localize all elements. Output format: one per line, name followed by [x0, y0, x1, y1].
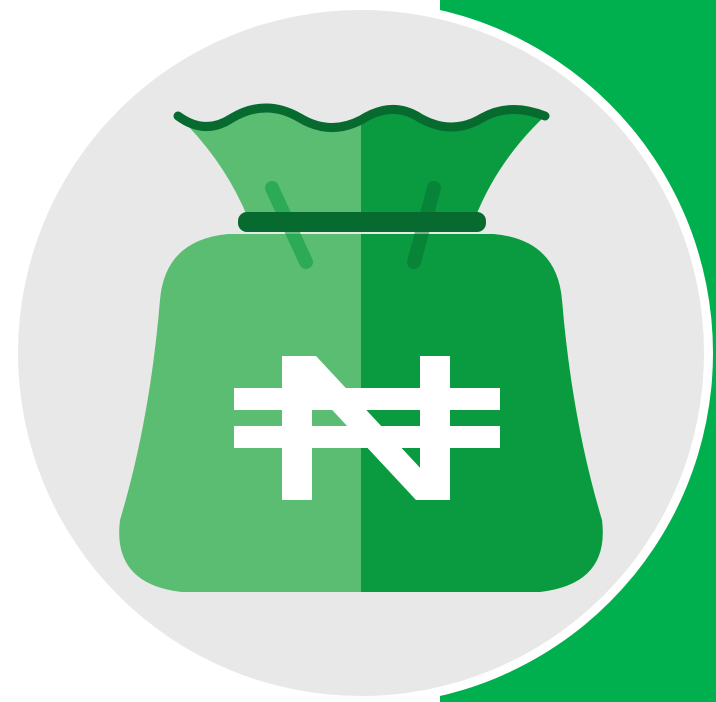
naira-top-bar	[234, 388, 500, 410]
bag-tie-band	[238, 212, 486, 232]
naira-money-bag-icon	[9, 0, 716, 702]
icon-canvas	[0, 0, 716, 702]
naira-bottom-bar	[234, 426, 500, 448]
